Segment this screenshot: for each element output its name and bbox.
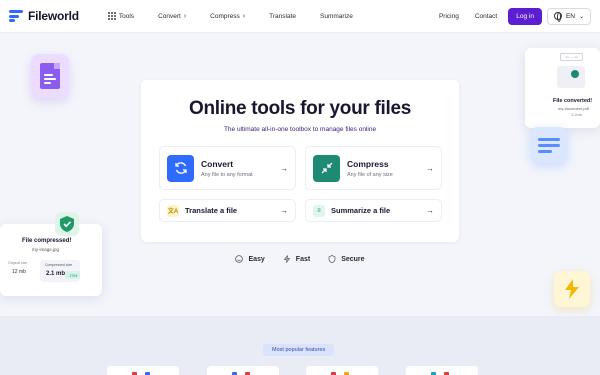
summarize-icon: ≡	[313, 204, 325, 217]
nav-right: Pricing Contact Log in EN ⌄	[431, 7, 591, 25]
popular-features-badge: Most popular features	[263, 344, 335, 356]
grid-icon	[107, 12, 116, 20]
feature-card[interactable]	[406, 366, 478, 375]
language-selector[interactable]: EN ⌄	[546, 7, 591, 25]
feature-label: Easy	[248, 255, 265, 263]
feature-card[interactable]	[107, 366, 179, 375]
logo[interactable]: Fileworld	[9, 9, 79, 23]
shield-check-icon	[55, 212, 79, 236]
nav-tools[interactable]: Tools	[96, 12, 146, 20]
compressed-title: File compressed!	[22, 238, 72, 244]
feature-card[interactable]	[207, 366, 279, 375]
summarize-title: Summarize a file	[331, 206, 391, 215]
converted-title: File converted!	[553, 98, 593, 104]
convert-tool-card[interactable]: Convert Any file to any format →	[159, 146, 296, 190]
feature-easy: Easy	[235, 255, 265, 263]
nav-summarize[interactable]: Summarize	[308, 13, 365, 20]
lightning-icon	[283, 255, 291, 263]
chevron-down-icon: ⌄	[578, 13, 584, 20]
file-preview	[557, 66, 585, 88]
refresh-icon	[167, 154, 194, 182]
nav-convert-label: Convert	[158, 12, 181, 20]
nav-translate-label: Translate	[269, 12, 296, 20]
features-row: Easy Fast Secure	[0, 255, 600, 263]
nav-summarize-label: Summarize	[320, 12, 353, 20]
text-lines-icon	[531, 127, 567, 163]
logo-icon	[9, 9, 23, 23]
file-converted-card: ▭ → ▭ File converted! my-document.pdf 1.…	[525, 48, 600, 128]
compressed-size-label: Compressed size	[45, 263, 73, 267]
reduction-badge: -73%	[65, 271, 81, 279]
compress-desc: Any file of any size	[347, 171, 393, 178]
nav-translate[interactable]: Translate	[257, 13, 308, 20]
chevron-right-icon: ›	[183, 12, 187, 20]
lightning-icon	[554, 271, 590, 307]
nav-convert[interactable]: Convert ›	[146, 13, 198, 20]
chevron-right-icon: ›	[242, 12, 246, 20]
compress-arrows-icon	[313, 154, 340, 182]
convert-title: Convert	[201, 158, 234, 169]
hero-card: Online tools for your files The ultimate…	[141, 80, 459, 242]
arrow-right-icon: →	[426, 206, 434, 215]
language-label: EN	[565, 12, 575, 20]
document-icon	[31, 54, 69, 98]
logo-text: Fileworld	[28, 9, 79, 23]
main-nav: Tools Convert › Compress › Translate Sum…	[96, 12, 365, 20]
nav-tools-label: Tools	[118, 12, 135, 20]
compress-title: Compress	[347, 158, 389, 169]
original-size-value: 12 mb	[12, 269, 26, 275]
feature-secure: Secure	[328, 255, 365, 263]
globe-icon	[553, 12, 562, 22]
page-title: Online tools for your files	[188, 98, 412, 119]
converted-filename: my-document.pdf	[558, 106, 589, 111]
nav-contact[interactable]: Contact	[467, 13, 505, 20]
file-format-badge: ▭ → ▭	[560, 53, 583, 61]
shield-icon	[328, 255, 336, 263]
compress-tool-card[interactable]: Compress Any file of any size →	[305, 146, 442, 190]
check-icon	[571, 70, 579, 78]
translate-icon: 文A	[167, 204, 179, 217]
convert-desc: Any file to any format	[201, 171, 253, 178]
nav-pricing[interactable]: Pricing	[431, 13, 467, 20]
arrow-right-icon: →	[280, 206, 288, 215]
feature-label: Fast	[295, 255, 311, 263]
nav-compress[interactable]: Compress ›	[198, 13, 257, 20]
feature-fast: Fast	[283, 255, 310, 263]
login-button[interactable]: Log in	[508, 7, 542, 25]
feature-label: Secure	[341, 255, 365, 263]
compressed-size-value: 2.1 mb	[46, 271, 66, 277]
top-navbar: Fileworld Tools Convert › Compress › Tra…	[0, 0, 600, 33]
nav-compress-label: Compress	[210, 12, 240, 20]
feature-card[interactable]	[306, 366, 378, 375]
translate-tool-card[interactable]: 文A Translate a file →	[159, 199, 296, 222]
translate-title: Translate a file	[185, 206, 238, 215]
converted-size: 1.2mb	[571, 112, 583, 117]
smile-icon	[235, 255, 244, 263]
summarize-tool-card[interactable]: ≡ Summarize a file →	[305, 199, 442, 222]
arrow-right-icon: →	[426, 163, 434, 173]
compressed-filename: my-image.jpg	[32, 247, 60, 252]
page-subtitle: The ultimate all-in-one toolbox to manag…	[223, 126, 377, 133]
arrow-right-icon: →	[280, 163, 288, 173]
